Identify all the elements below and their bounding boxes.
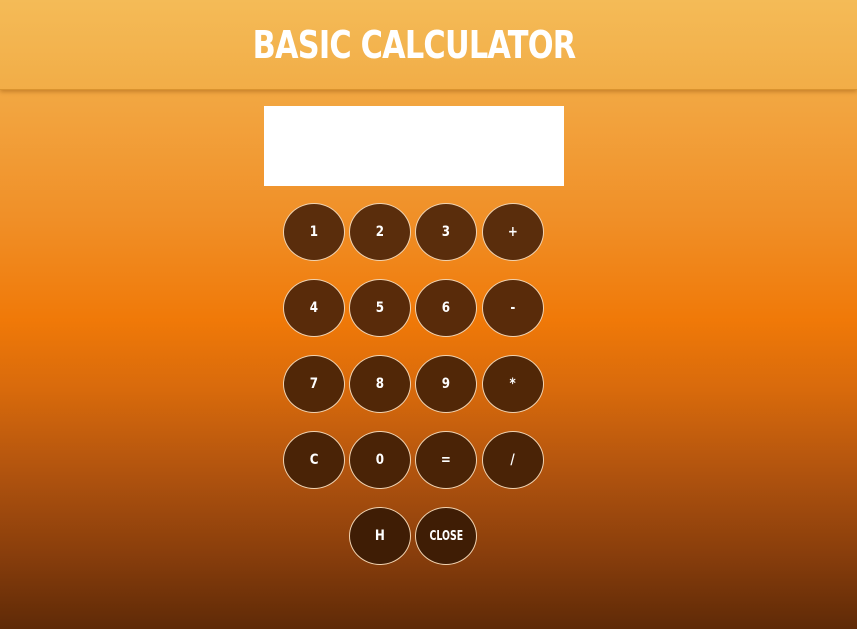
key-6[interactable]: 6 xyxy=(415,279,477,337)
key-4[interactable]: 4 xyxy=(283,279,345,337)
key-3[interactable]: 3 xyxy=(415,203,477,261)
key-history[interactable]: H xyxy=(349,507,411,565)
key-2[interactable]: 2 xyxy=(349,203,411,261)
key-1[interactable]: 1 xyxy=(283,203,345,261)
page-title: BASIC CALCULATOR xyxy=(252,23,577,67)
key-7[interactable]: 7 xyxy=(283,355,345,413)
calculator-display[interactable] xyxy=(264,106,564,186)
key-divide[interactable]: / xyxy=(482,431,544,489)
key-plus[interactable]: + xyxy=(482,203,544,261)
key-equals[interactable]: = xyxy=(415,431,477,489)
key-0[interactable]: 0 xyxy=(349,431,411,489)
key-close[interactable]: CLOSE xyxy=(415,507,477,565)
header-bar: BASIC CALCULATOR xyxy=(0,0,857,90)
key-5[interactable]: 5 xyxy=(349,279,411,337)
key-clear[interactable]: C xyxy=(283,431,345,489)
key-multiply[interactable]: * xyxy=(482,355,544,413)
key-9[interactable]: 9 xyxy=(415,355,477,413)
key-minus[interactable]: - xyxy=(482,279,544,337)
key-8[interactable]: 8 xyxy=(349,355,411,413)
